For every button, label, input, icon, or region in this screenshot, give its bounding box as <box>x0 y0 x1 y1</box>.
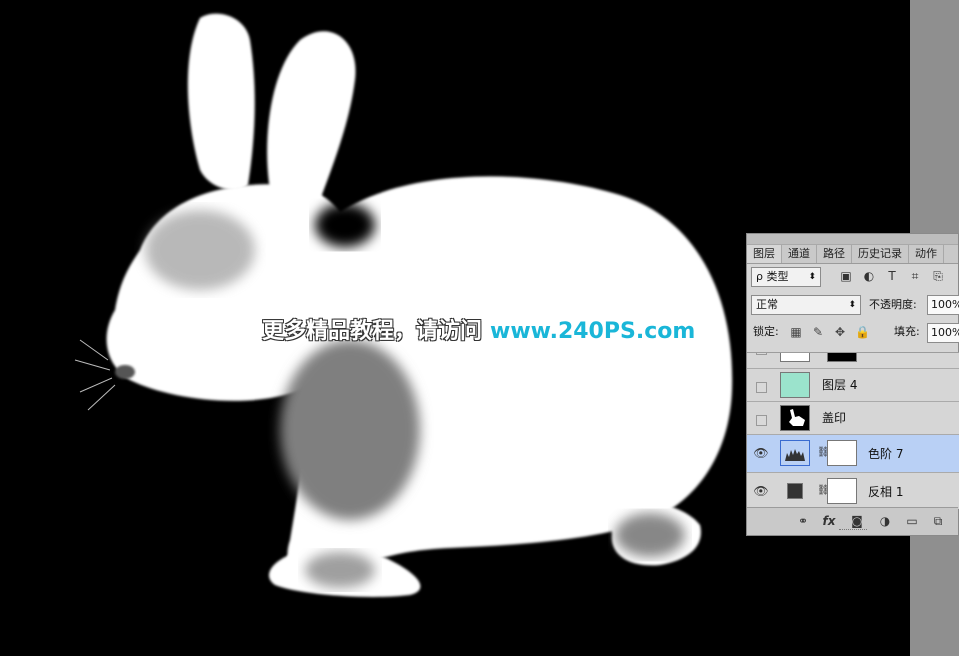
layer-mask-thumbnail <box>827 440 857 466</box>
watermark-chinese: 更多精品教程，请访问 <box>262 319 483 344</box>
layer-thumbnail <box>780 405 810 431</box>
lock-move-icon[interactable]: ✥ <box>833 325 847 339</box>
tab-paths[interactable]: 路径 <box>817 245 852 263</box>
add-mask-icon[interactable]: ◙ <box>849 514 865 528</box>
layer-row-selected[interactable]: 👁 ⛓ 色阶 7 <box>747 435 959 473</box>
visibility-toggle[interactable] <box>756 415 767 426</box>
blend-mode-value: 正常 <box>756 298 778 311</box>
new-adjustment-icon[interactable]: ◑ <box>877 514 893 528</box>
link-layers-icon[interactable]: ⚭ <box>795 514 811 528</box>
rabbit-thumb-icon <box>789 409 805 426</box>
tab-history[interactable]: 历史记录 <box>852 245 909 263</box>
filter-kind-label: ρ 类型 <box>756 270 789 283</box>
layers-panel: 图层 通道 路径 历史记录 动作 ρ 类型 ⬍ ▣ ◐ T ⌗ ⎘ 正常 ⬍ 不… <box>746 233 959 536</box>
fx-icon[interactable]: fx <box>821 514 837 528</box>
layer-thumbnail <box>780 372 810 398</box>
layer-thumbnail <box>780 353 810 362</box>
tab-channels[interactable]: 通道 <box>782 245 817 263</box>
visibility-toggle[interactable] <box>756 382 767 393</box>
panel-title-bar[interactable] <box>747 234 958 245</box>
opacity-input[interactable]: 100% <box>927 295 959 315</box>
blend-mode-select[interactable]: 正常 ⬍ <box>751 295 861 315</box>
lock-row: 锁定: ▦ ✎ ✥ 🔒 填充: 100% <box>747 322 959 344</box>
layer-row[interactable] <box>747 353 959 369</box>
adjustment-filter-icon[interactable]: ◐ <box>862 269 876 283</box>
layer-row[interactable]: 👁 ⛓ 反相 1 <box>747 473 959 509</box>
layer-row[interactable]: 盖印 <box>747 402 959 435</box>
eye-icon[interactable]: 👁 <box>753 484 769 498</box>
watermark-url: www.240PS.com <box>490 319 696 344</box>
fill-input[interactable]: 100% <box>927 323 959 343</box>
smart-object-filter-icon[interactable]: ⎘ <box>931 269 945 283</box>
layer-name: 反相 1 <box>868 485 904 499</box>
layer-name: 色阶 7 <box>868 447 904 461</box>
chevron-updown-icon: ⬍ <box>848 300 856 310</box>
chevron-updown-icon: ⬍ <box>808 272 816 282</box>
invert-adjustment-icon <box>787 483 803 499</box>
panel-bottom-bar: ⚭ fx ◙ ◑ ▭ ⧉ <box>747 507 958 535</box>
layer-name: 盖印 <box>822 411 847 425</box>
image-filter-icon[interactable]: ▣ <box>839 269 853 283</box>
panel-tabs: 图层 通道 路径 历史记录 动作 <box>747 245 958 264</box>
layer-mask-thumbnail <box>827 478 857 504</box>
lock-label: 锁定: <box>753 325 779 338</box>
layer-filter-row: ρ 类型 ⬍ ▣ ◐ T ⌗ ⎘ <box>747 266 959 288</box>
shape-filter-icon[interactable]: ⌗ <box>908 269 922 283</box>
lock-brush-icon[interactable]: ✎ <box>811 325 825 339</box>
watermark-text: 更多精品教程，请访问 www.240PS.com <box>262 313 695 345</box>
resize-grip[interactable] <box>839 529 867 533</box>
layer-list: 图层 4 盖印 👁 ⛓ 色阶 7 👁 ⛓ 反相 1 <box>747 352 959 509</box>
type-filter-icon[interactable]: T <box>885 269 899 283</box>
lock-all-icon[interactable]: 🔒 <box>855 325 870 339</box>
new-layer-icon[interactable]: ⧉ <box>930 514 946 528</box>
filter-kind-select[interactable]: ρ 类型 ⬍ <box>751 267 821 287</box>
layer-name: 图层 4 <box>822 378 858 392</box>
visibility-toggle[interactable] <box>756 353 767 355</box>
lock-transparent-icon[interactable]: ▦ <box>789 325 803 339</box>
fill-label: 填充: <box>894 325 920 338</box>
levels-adjustment-icon <box>780 440 810 466</box>
new-group-icon[interactable]: ▭ <box>904 514 920 528</box>
layer-mask-thumbnail <box>827 353 857 362</box>
opacity-label: 不透明度: <box>869 298 917 311</box>
layer-row[interactable]: 图层 4 <box>747 369 959 402</box>
tab-layers[interactable]: 图层 <box>747 245 782 263</box>
tab-actions[interactable]: 动作 <box>909 245 944 263</box>
blend-row: 正常 ⬍ 不透明度: 100% <box>747 294 959 316</box>
eye-icon[interactable]: 👁 <box>753 446 769 460</box>
